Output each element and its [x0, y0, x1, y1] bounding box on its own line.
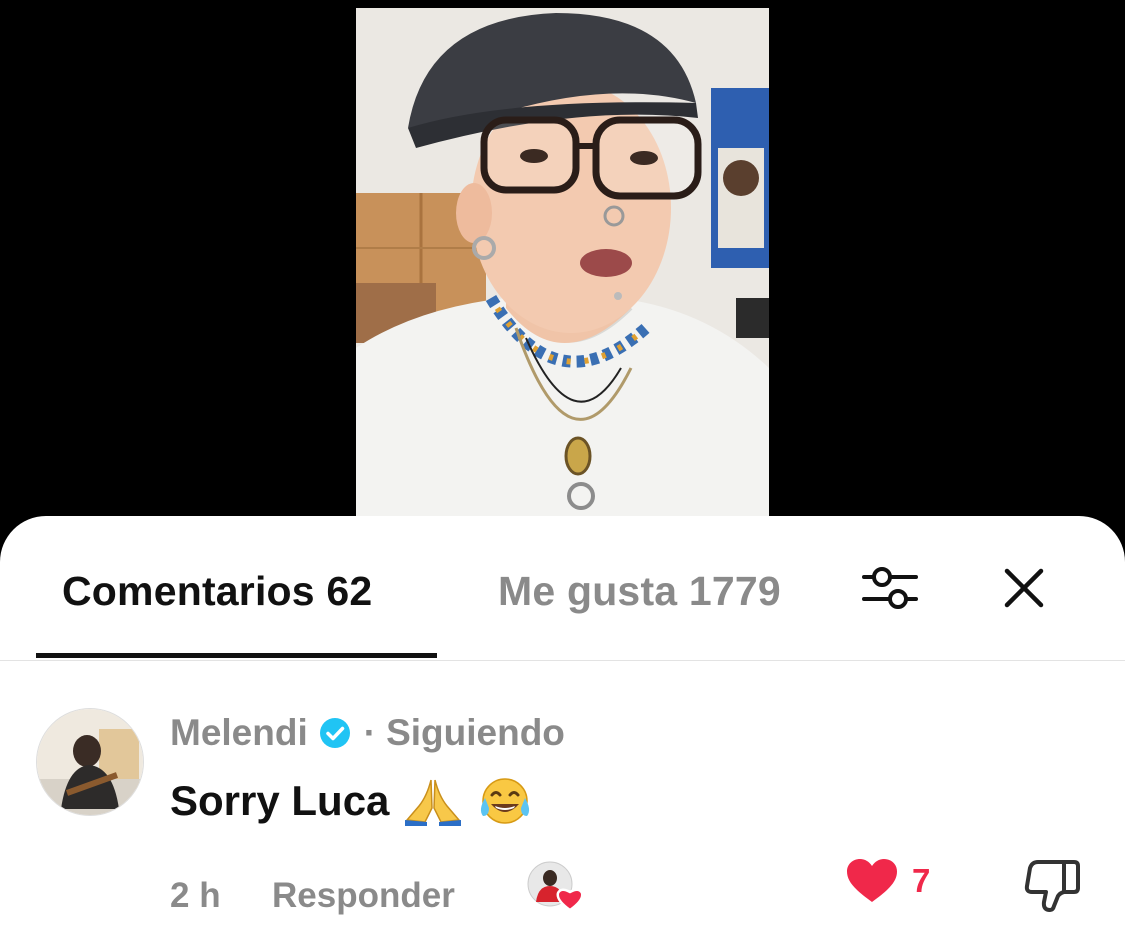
- separator-dot: ·: [363, 712, 377, 753]
- verified-badge: [318, 716, 352, 750]
- tab-comments[interactable]: Comentarios 62: [62, 568, 372, 615]
- dislike-button[interactable]: [1024, 856, 1082, 914]
- comment-time: 2 h: [170, 876, 221, 915]
- video-frame-image: [356, 8, 769, 528]
- close-button[interactable]: [992, 556, 1056, 620]
- comment-header: Melendi · Siguiendo: [170, 712, 565, 754]
- screen: Comentarios 62 Me gusta 1779 Melendi · S…: [0, 0, 1125, 940]
- close-x-icon: [1004, 568, 1044, 608]
- like-count: 7: [912, 862, 931, 899]
- avatar-image: [37, 709, 143, 815]
- heart-icon: [847, 859, 897, 902]
- comments-sheet: Comentarios 62 Me gusta 1779 Melendi · S…: [0, 516, 1125, 940]
- tab-bar: Comentarios 62 Me gusta 1779: [0, 516, 1125, 661]
- tab-likes[interactable]: Me gusta 1779: [498, 568, 781, 615]
- avatar[interactable]: [36, 708, 144, 816]
- comment-text: Sorry Luca: [170, 777, 390, 824]
- verified-check-icon: [319, 718, 350, 748]
- sliders-filter-icon: [862, 567, 918, 609]
- following-label[interactable]: Siguiendo: [386, 712, 565, 754]
- reply-button[interactable]: Responder: [272, 876, 455, 916]
- creator-avatar-heart-icon: [527, 861, 584, 912]
- like-button[interactable]: 7: [846, 858, 930, 904]
- filter-button[interactable]: [858, 556, 922, 620]
- comment-item: Melendi · Siguiendo Sorry Luca 2 h Respo…: [0, 660, 1125, 940]
- thumbs-down-icon: [1024, 860, 1080, 912]
- video-preview[interactable]: [356, 8, 769, 528]
- username[interactable]: Melendi: [170, 712, 308, 754]
- comment-body: Sorry Luca: [170, 776, 533, 826]
- folded-hands-emoji-icon: [403, 776, 463, 826]
- active-tab-indicator: [36, 653, 437, 658]
- creator-liked-badge: [526, 860, 586, 912]
- tears-of-joy-emoji-icon: [477, 776, 533, 826]
